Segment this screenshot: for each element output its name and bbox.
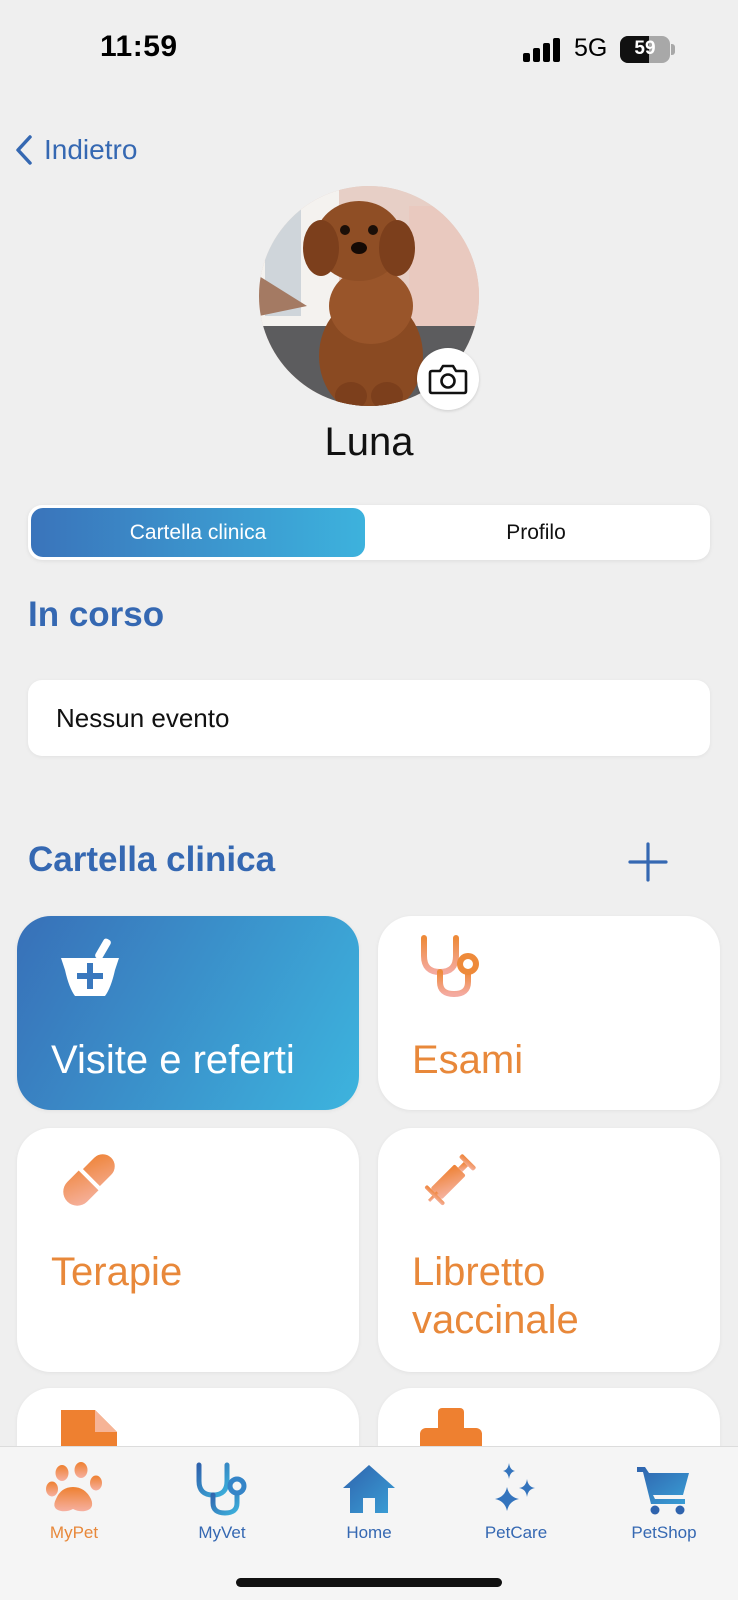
battery-tip — [671, 44, 675, 55]
screen: 11:59 5G 59 Indietro Luna Cartella clini… — [0, 0, 738, 1600]
tile-libretto-vaccinale[interactable]: Libretto vaccinale — [378, 1128, 720, 1372]
stethoscope-icon — [196, 1462, 247, 1516]
empty-events-text: Nessun evento — [56, 702, 230, 733]
network-label: 5G — [574, 34, 608, 62]
bottom-tab-bar: MyPet MyVet Home PetCare PetShop — [0, 1446, 738, 1600]
paw-icon — [46, 1462, 102, 1512]
events-card: Nessun evento — [28, 680, 710, 756]
tab-home[interactable]: Home — [309, 1461, 429, 1543]
tile-label: Esami — [412, 1038, 524, 1082]
sparkles-icon — [495, 1463, 535, 1511]
segmented-control: Cartella clinica Profilo — [28, 505, 710, 560]
stethoscope-icon — [421, 935, 479, 998]
home-indicator — [236, 1578, 502, 1587]
cart-icon — [637, 1467, 689, 1515]
change-photo-button[interactable] — [417, 348, 479, 410]
in-corso-title: In corso — [28, 595, 165, 634]
tab-mypet[interactable]: MyPet — [14, 1461, 134, 1543]
mortar-pestle-medical-icon — [61, 938, 119, 996]
tab-petshop[interactable]: PetShop — [604, 1461, 724, 1543]
status-time: 11:59 — [100, 30, 178, 63]
chevron-left-icon — [16, 135, 32, 165]
pill-icon — [63, 1150, 119, 1206]
tab-label: Home — [346, 1523, 392, 1542]
syringe-icon — [424, 1154, 476, 1206]
tab-cartella-clinica[interactable]: Cartella clinica — [31, 508, 365, 557]
tile-terapie[interactable]: Terapie — [17, 1128, 359, 1372]
tab-label: MyVet — [198, 1523, 246, 1542]
home-icon — [343, 1465, 395, 1513]
tab-label: PetShop — [631, 1523, 697, 1542]
pet-name: Luna — [324, 420, 414, 464]
tab-label: PetCare — [484, 1523, 548, 1542]
back-label: Indietro — [44, 134, 138, 165]
battery-level: 59 — [634, 38, 656, 59]
tile-label: Terapie — [51, 1250, 183, 1294]
battery-icon: 59 — [620, 36, 670, 63]
camera-icon — [428, 364, 468, 395]
tab-petcare[interactable]: PetCare — [456, 1461, 576, 1543]
signal-icon — [523, 38, 563, 62]
back-button[interactable]: Indietro — [14, 134, 137, 166]
add-record-button[interactable] — [628, 842, 668, 882]
tile-label: Libretto vaccinale — [412, 1250, 579, 1342]
tile-visite-referti[interactable]: Visite e referti — [17, 916, 359, 1110]
tile-label: Visite e referti — [51, 1038, 295, 1082]
tab-myvet[interactable]: MyVet — [162, 1461, 282, 1543]
tab-label: MyPet — [49, 1523, 99, 1542]
tab-profilo[interactable]: Profilo — [365, 508, 707, 557]
cartella-clinica-title: Cartella clinica — [28, 840, 276, 879]
tile-esami[interactable]: Esami — [378, 916, 720, 1110]
